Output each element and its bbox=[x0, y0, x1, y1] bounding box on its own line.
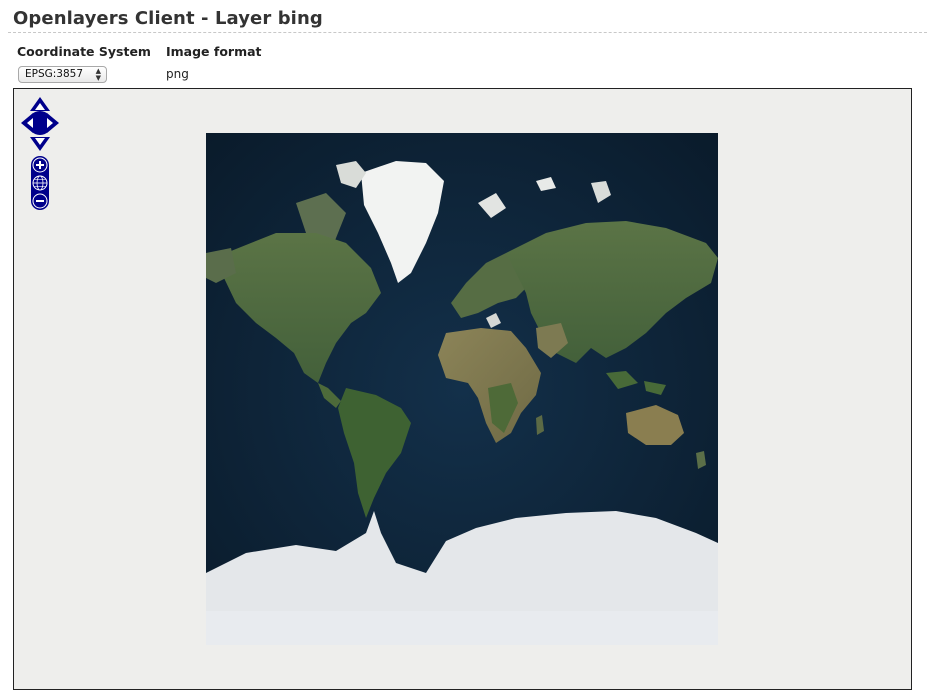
title-divider bbox=[8, 32, 927, 33]
zoom-out-button[interactable] bbox=[30, 192, 50, 210]
zoom-control bbox=[30, 156, 50, 210]
zoom-in-icon bbox=[32, 157, 48, 173]
pan-arrows-icon[interactable] bbox=[21, 97, 59, 151]
zoom-out-icon bbox=[32, 193, 48, 209]
map-viewport[interactable] bbox=[13, 88, 912, 690]
world-map-tile[interactable] bbox=[206, 133, 718, 645]
zoom-in-button[interactable] bbox=[30, 156, 50, 174]
zoom-world-button[interactable] bbox=[30, 174, 50, 192]
globe-icon bbox=[32, 175, 48, 191]
image-format-label: Image format bbox=[166, 44, 262, 59]
select-arrows-icon: ▲ ▼ bbox=[95, 66, 101, 82]
coordinate-system-select[interactable]: EPSG:3857 ▲ ▼ bbox=[18, 66, 107, 83]
coordinate-system-selected-value: EPSG:3857 bbox=[25, 68, 84, 80]
page-title: Openlayers Client - Layer bing bbox=[13, 8, 323, 29]
image-format-value: png bbox=[166, 67, 189, 81]
coordinate-system-label: Coordinate System bbox=[17, 44, 151, 59]
